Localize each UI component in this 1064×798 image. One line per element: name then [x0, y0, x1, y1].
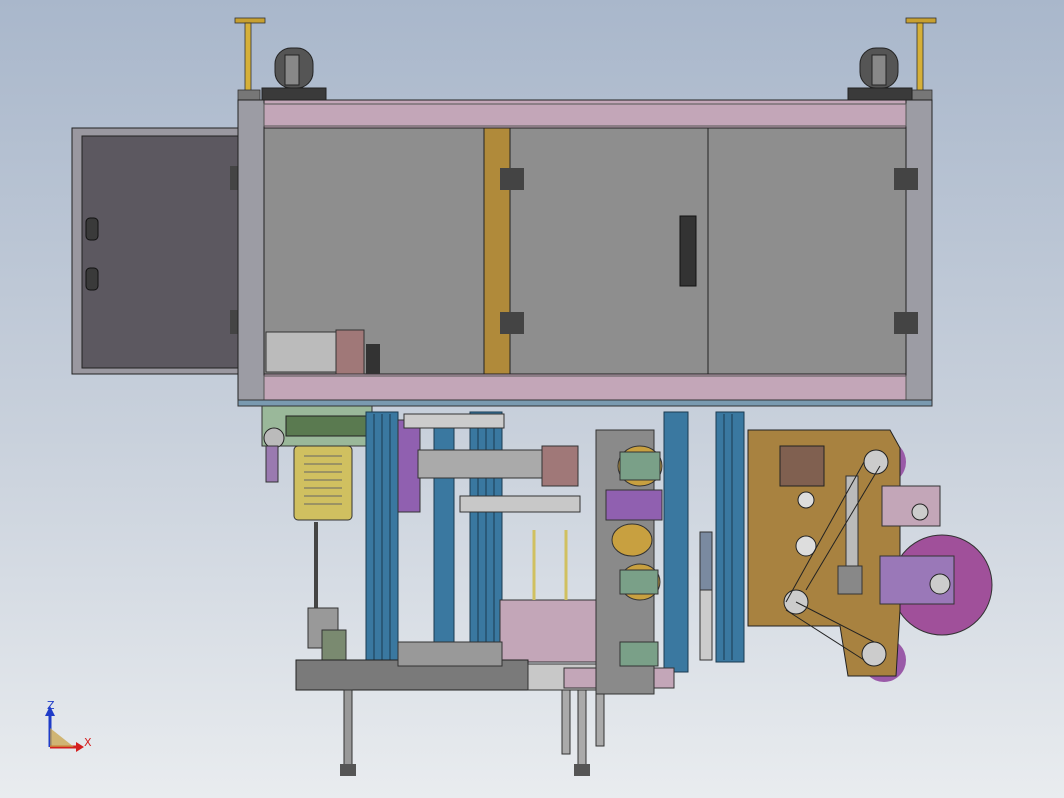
z-axis-label: Z	[47, 699, 55, 712]
cad-viewport[interactable]: Z X	[0, 0, 1064, 798]
axis-triad	[45, 706, 84, 752]
axis-origin-plane	[50, 728, 74, 747]
x-axis-arrow	[76, 742, 84, 752]
x-axis-label: X	[84, 736, 92, 749]
